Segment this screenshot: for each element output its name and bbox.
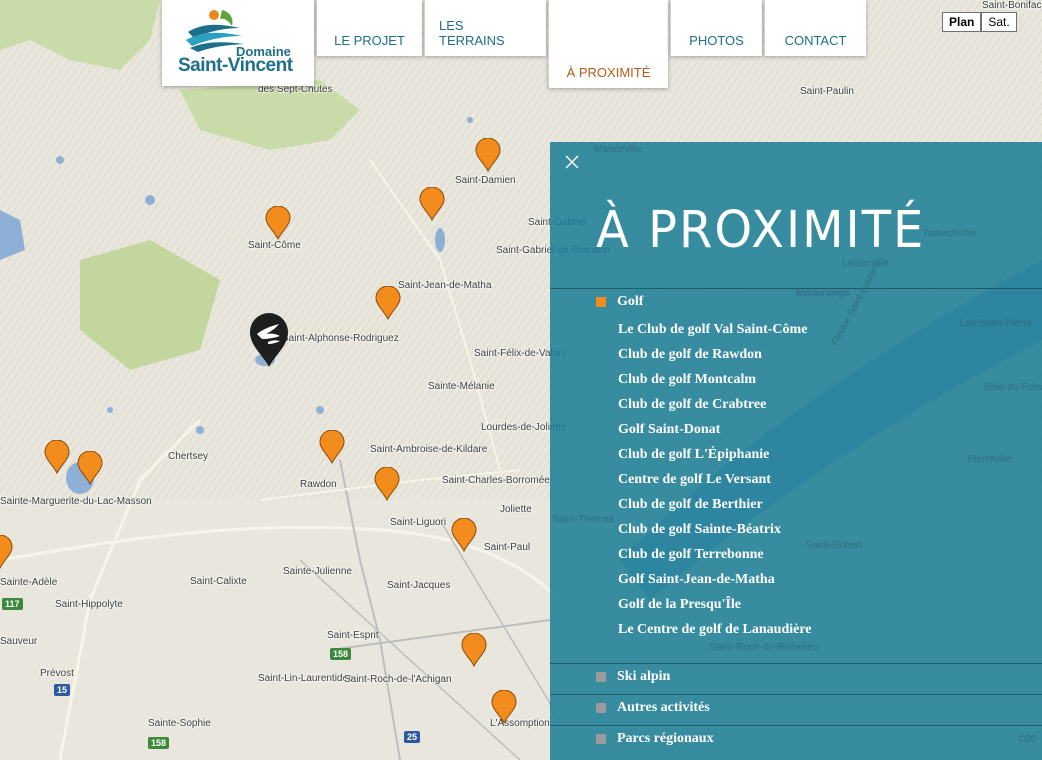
map-label: Chertsey bbox=[168, 451, 209, 462]
golf-marker-pin[interactable] bbox=[77, 451, 103, 485]
divider bbox=[550, 694, 1042, 695]
golf-list-item[interactable]: Club de golf Terrebonne bbox=[618, 545, 812, 570]
category-label: Parcs régionaux bbox=[617, 731, 714, 746]
autoroute-25-shield: 25 bbox=[404, 731, 421, 743]
map-label: Sauveur bbox=[0, 636, 38, 647]
map-label: Sainte-Mélanie bbox=[428, 381, 495, 392]
golf-marker-pin[interactable] bbox=[265, 206, 291, 240]
golf-marker-pin[interactable] bbox=[475, 138, 501, 172]
route-117-shield: 117 bbox=[2, 598, 23, 610]
map-label: Sainte-Marguerite-du-Lac-Masson bbox=[0, 496, 152, 507]
map-label: Saint-Boniface bbox=[982, 0, 1042, 11]
map-label: Saint-Hippolyte bbox=[55, 599, 123, 610]
golf-marker-pin[interactable] bbox=[451, 518, 477, 552]
logo-text-saint-vincent: Saint-Vincent bbox=[178, 55, 293, 76]
map-copyright: ©20 bbox=[1018, 734, 1037, 745]
golf-list-item[interactable]: Club de golf de Rawdon bbox=[618, 345, 812, 370]
map-type-satellite-button[interactable]: Sat. bbox=[981, 12, 1017, 32]
golf-list-item[interactable]: Golf Saint-Jean-de-Matha bbox=[618, 570, 812, 595]
map-label: Saint-Paul bbox=[484, 542, 531, 553]
nav-les-terrains[interactable]: LES TERRAINS bbox=[424, 0, 546, 56]
golf-list-item[interactable]: Club de golf L'Épiphanie bbox=[618, 445, 812, 470]
map-label: Fleuve Saint-Laurent bbox=[830, 260, 884, 348]
map-label: Saint-Thomas bbox=[552, 514, 615, 525]
golf-list-item[interactable]: Le Club de golf Val Saint-Côme bbox=[618, 320, 812, 345]
map-label: Saint-Lin-Laurentides bbox=[258, 673, 354, 684]
map-type-plan-button[interactable]: Plan bbox=[942, 12, 982, 32]
map-label: Saint-Esprit bbox=[327, 630, 379, 641]
golf-list-item[interactable]: Club de golf Montcalm bbox=[618, 370, 812, 395]
category-label: Autres activités bbox=[617, 700, 710, 715]
category-label: Ski alpin bbox=[617, 669, 671, 684]
golf-list-item[interactable]: Centre de golf Le Versant bbox=[618, 470, 812, 495]
category-autres-activites[interactable]: Autres activités bbox=[596, 698, 710, 718]
golf-marker-pin[interactable] bbox=[374, 467, 400, 501]
category-marker-icon bbox=[596, 297, 606, 307]
map-label: Saint-Jacques bbox=[387, 580, 451, 591]
golf-marker-pin[interactable] bbox=[491, 690, 517, 724]
map-label: Saint-Ambroise-de-Kildare bbox=[370, 444, 488, 455]
map-label: Maskinongé bbox=[796, 288, 850, 299]
map-label: Saint-Robert bbox=[806, 540, 863, 551]
golf-list-item[interactable]: Golf de la Presqu'Île bbox=[618, 595, 812, 620]
map-label: Sainte-Sophie bbox=[148, 718, 211, 729]
panel-title: À PROXIMITÉ bbox=[596, 200, 926, 260]
golf-marker-pin[interactable] bbox=[461, 633, 487, 667]
map-label: Saint-Calixte bbox=[190, 576, 247, 587]
map-label: Prévost bbox=[40, 668, 74, 679]
golf-marker-pin[interactable] bbox=[419, 187, 445, 221]
golf-marker-pin[interactable] bbox=[0, 535, 13, 569]
map-label: Saint-Roch-de-l'Achigan bbox=[344, 674, 452, 685]
site-logo[interactable]: Domaine Saint-Vincent bbox=[162, 0, 314, 86]
autoroute-15-shield: 15 bbox=[54, 684, 71, 696]
category-golf[interactable]: Golf bbox=[596, 292, 643, 312]
map-label: Saint-Alphonse-Rodriguez bbox=[282, 333, 399, 344]
category-marker-icon bbox=[596, 734, 606, 744]
category-ski-alpin[interactable]: Ski alpin bbox=[596, 667, 670, 687]
close-icon[interactable] bbox=[562, 152, 582, 172]
golf-list-item[interactable]: Club de golf Sainte-Béatrix bbox=[618, 520, 812, 545]
map-label: Yamachiche bbox=[922, 228, 977, 239]
golf-marker-pin[interactable] bbox=[44, 440, 70, 474]
nav-a-proximite[interactable]: À PROXIMITÉ bbox=[548, 0, 668, 88]
map-label: Saint-Côme bbox=[248, 240, 301, 251]
map-label: Rawdon bbox=[300, 479, 337, 490]
map-label: Pierreville bbox=[968, 454, 1012, 465]
route-158-shield: 158 bbox=[148, 737, 170, 749]
map-label: Baie-du-Febvre bbox=[984, 382, 1042, 393]
category-parcs-regionaux[interactable]: Parcs régionaux bbox=[596, 729, 714, 749]
map-label: Sainte-Adèle bbox=[0, 577, 58, 588]
map-label: Saint-Jean-de-Matha bbox=[398, 280, 492, 291]
route-158-shield: 158 bbox=[330, 648, 352, 660]
divider bbox=[550, 663, 1042, 664]
nav-contact[interactable]: CONTACT bbox=[764, 0, 866, 56]
nav-le-projet[interactable]: LE PROJET bbox=[316, 0, 422, 56]
nav-photos[interactable]: PHOTOS bbox=[670, 0, 762, 56]
map-label: Sainte-Julienne bbox=[283, 566, 352, 577]
map-label: Saint-Liguori bbox=[390, 517, 447, 528]
proximity-panel: Yamachiche Louiseville Maskinongé Lac-Sa… bbox=[550, 142, 1042, 760]
golf-list-item[interactable]: Golf Saint-Donat bbox=[618, 420, 812, 445]
divider bbox=[550, 725, 1042, 726]
map-label: Saint-Damien bbox=[455, 175, 516, 186]
divider bbox=[550, 288, 1042, 289]
golf-marker-pin[interactable] bbox=[375, 286, 401, 320]
map-label: Joliette bbox=[500, 504, 532, 515]
home-location-pin[interactable] bbox=[248, 312, 290, 368]
category-marker-icon bbox=[596, 703, 606, 713]
map-label: Saint-Charles-Borromée bbox=[442, 475, 550, 486]
map-label: Lac-Saint-Pierre bbox=[960, 318, 1033, 329]
map-type-toggle: Plan Sat. bbox=[942, 12, 1017, 32]
category-label: Golf bbox=[617, 294, 644, 309]
golf-marker-pin[interactable] bbox=[319, 430, 345, 464]
category-marker-icon bbox=[596, 672, 606, 682]
golf-list-item[interactable]: Le Centre de golf de Lanaudière bbox=[618, 620, 812, 645]
golf-list: Le Club de golf Val Saint-Côme Club de g… bbox=[618, 320, 812, 645]
golf-list-item[interactable]: Club de golf de Crabtree bbox=[618, 395, 812, 420]
site-header: Domaine Saint-Vincent LE PROJET LES TERR… bbox=[162, 0, 866, 90]
golf-list-item[interactable]: Club de golf de Berthier bbox=[618, 495, 812, 520]
map-label: Mandeville bbox=[594, 144, 642, 155]
